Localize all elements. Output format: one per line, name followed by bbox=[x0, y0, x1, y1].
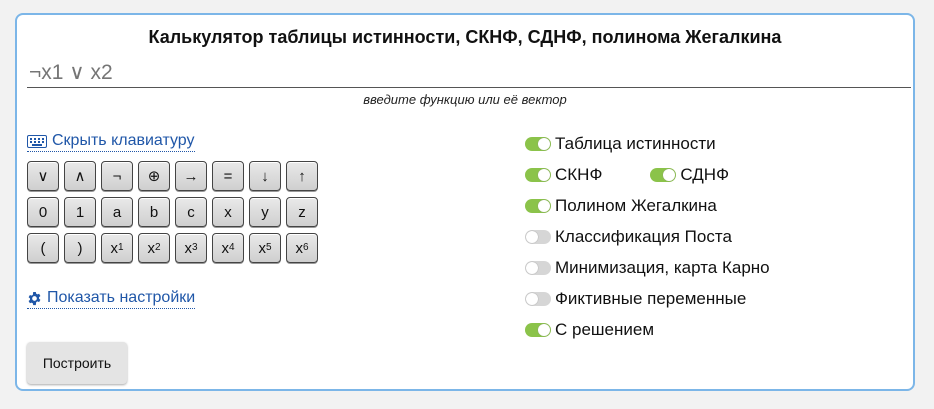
keyboard-row-symbols: 0 1 a b c x y z bbox=[27, 197, 318, 227]
option-cnf[interactable]: СКНФ bbox=[525, 159, 602, 190]
option-zhegalkin[interactable]: Полином Жегалкина bbox=[525, 190, 770, 221]
key-open-paren[interactable]: ( bbox=[27, 233, 59, 263]
option-cnf-label: СКНФ bbox=[555, 164, 603, 184]
key-1[interactable]: 1 bbox=[64, 197, 96, 227]
key-c[interactable]: c bbox=[175, 197, 207, 227]
key-equiv[interactable]: = bbox=[212, 161, 244, 191]
show-settings-link[interactable]: Показать настройки bbox=[27, 289, 196, 309]
hide-keyboard-link[interactable]: Скрыть клавиатуру bbox=[27, 132, 195, 152]
toggle-post[interactable] bbox=[525, 229, 551, 244]
keyboard-icon bbox=[27, 134, 47, 148]
key-y[interactable]: y bbox=[249, 197, 281, 227]
page-title: Калькулятор таблицы истинности, СКНФ, СД… bbox=[148, 27, 782, 47]
key-a[interactable]: a bbox=[101, 197, 133, 227]
key-x1[interactable]: x1 bbox=[101, 233, 133, 263]
key-z[interactable]: z bbox=[286, 197, 318, 227]
key-x6[interactable]: x6 bbox=[286, 233, 318, 263]
key-peirce[interactable]: ↓ bbox=[249, 161, 281, 191]
virtual-keyboard: ∨ ∧ ¬ ⊕ → = ↓ ↑ 0 1 a b c x y z ( ) x1 x… bbox=[27, 161, 318, 269]
toggle-cnf[interactable] bbox=[525, 167, 551, 182]
keyboard-row-vars: ( ) x1 x2 x3 x4 x5 x6 bbox=[27, 233, 318, 263]
option-dnf[interactable]: СДНФ bbox=[650, 159, 729, 190]
options-list: Таблица истинности СКНФ СДНФ Полином Жег… bbox=[525, 128, 770, 345]
option-post-label: Классификация Поста bbox=[555, 226, 732, 246]
key-0[interactable]: 0 bbox=[27, 197, 59, 227]
key-x5[interactable]: x5 bbox=[249, 233, 281, 263]
key-close-paren[interactable]: ) bbox=[64, 233, 96, 263]
option-solution-label: С решением bbox=[555, 319, 655, 339]
toggle-zhegalkin[interactable] bbox=[525, 198, 551, 213]
calculator-panel: Калькулятор таблицы истинности, СКНФ, СД… bbox=[15, 13, 915, 391]
key-x[interactable]: x bbox=[212, 197, 244, 227]
toggle-dnf[interactable] bbox=[650, 167, 677, 182]
input-hint: введите функцию или её вектор bbox=[363, 92, 567, 107]
keyboard-row-operators: ∨ ∧ ¬ ⊕ → = ↓ ↑ bbox=[27, 161, 318, 191]
key-x3[interactable]: x3 bbox=[175, 233, 207, 263]
option-pair-cnf-dnf: СКНФ СДНФ bbox=[525, 159, 770, 190]
build-button[interactable]: Построить bbox=[27, 342, 127, 384]
option-truth-table[interactable]: Таблица истинности bbox=[525, 128, 770, 159]
option-karnaugh[interactable]: Минимизация, карта Карно bbox=[525, 252, 770, 283]
option-post[interactable]: Классификация Поста bbox=[525, 221, 770, 252]
toggle-karnaugh[interactable] bbox=[525, 260, 551, 275]
key-not[interactable]: ¬ bbox=[101, 161, 133, 191]
key-b[interactable]: b bbox=[138, 197, 170, 227]
option-dnf-label: СДНФ bbox=[680, 164, 730, 184]
show-settings-label: Показать настройки bbox=[47, 289, 196, 306]
key-x2[interactable]: x2 bbox=[138, 233, 170, 263]
key-implies[interactable]: → bbox=[175, 161, 207, 191]
key-x4[interactable]: x4 bbox=[212, 233, 244, 263]
key-xor[interactable]: ⊕ bbox=[138, 161, 170, 191]
toggle-fictitious[interactable] bbox=[525, 291, 551, 306]
hide-keyboard-label: Скрыть клавиатуру bbox=[52, 132, 195, 149]
toggle-truth-table[interactable] bbox=[525, 136, 551, 151]
option-karnaugh-label: Минимизация, карта Карно bbox=[555, 257, 770, 277]
function-input[interactable] bbox=[27, 58, 911, 88]
key-sheffer[interactable]: ↑ bbox=[286, 161, 318, 191]
key-and[interactable]: ∧ bbox=[64, 161, 96, 191]
option-fictitious[interactable]: Фиктивные переменные bbox=[525, 283, 770, 314]
option-truth-table-label: Таблица истинности bbox=[555, 133, 716, 153]
key-or[interactable]: ∨ bbox=[27, 161, 59, 191]
toggle-solution[interactable] bbox=[525, 322, 551, 337]
gear-icon bbox=[28, 291, 41, 305]
option-zhegalkin-label: Полином Жегалкина bbox=[555, 195, 717, 215]
option-fictitious-label: Фиктивные переменные bbox=[555, 288, 747, 308]
option-solution[interactable]: С решением bbox=[525, 314, 770, 345]
